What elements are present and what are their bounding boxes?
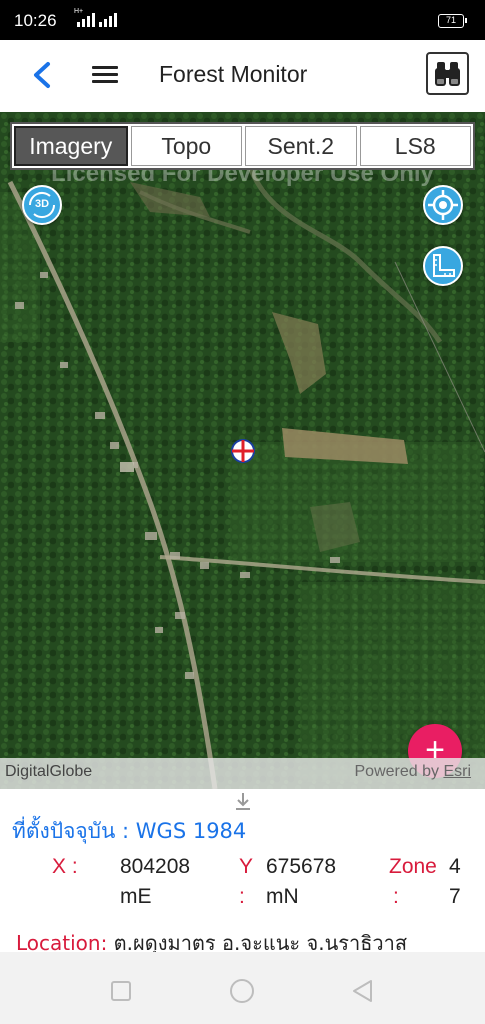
measure-button[interactable] bbox=[423, 246, 463, 286]
current-location-heading: ที่ตั้งปัจจุบัน : WGS 1984 bbox=[12, 819, 247, 843]
location-value: ต.ผดุงมาตร อ.จะแนะ จ.นราธิวาส bbox=[107, 931, 408, 952]
location-info-panel: ที่ตั้งปัจจุบัน : WGS 1984 X : 804208 mE… bbox=[0, 789, 485, 952]
y-colon: : bbox=[239, 885, 245, 908]
zone-value-2: 7 bbox=[449, 885, 461, 908]
3d-toggle-button[interactable]: 3D bbox=[22, 185, 62, 225]
menu-button[interactable] bbox=[92, 62, 122, 88]
tab-topo[interactable]: Topo bbox=[130, 126, 242, 166]
binoculars-button[interactable] bbox=[426, 52, 469, 95]
back-triangle-icon[interactable] bbox=[351, 979, 375, 1003]
ruler-icon bbox=[433, 254, 455, 277]
location-line: Location: ต.ผดุงมาตร อ.จะแนะ จ.นราธิวาส bbox=[16, 927, 407, 952]
zone-label: Zone bbox=[389, 855, 437, 878]
attribution-source: DigitalGlobe bbox=[5, 763, 93, 780]
app-bar: Forest Monitor bbox=[0, 40, 485, 112]
battery-icon: 71 bbox=[438, 14, 467, 28]
location-label: Location: bbox=[16, 931, 108, 952]
3d-label: 3D bbox=[34, 198, 50, 210]
drag-handle-icon[interactable] bbox=[234, 791, 252, 813]
attribution-bar: DigitalGlobe Powered by Esri bbox=[0, 758, 485, 789]
tab-landsat8[interactable]: LS8 bbox=[359, 126, 471, 166]
home-circle-icon[interactable] bbox=[229, 978, 255, 1004]
powered-by-label: Powered by bbox=[354, 763, 444, 780]
y-unit: mN bbox=[266, 885, 299, 908]
menu-icon bbox=[92, 66, 118, 69]
crosshair-icon bbox=[231, 439, 255, 463]
status-time: 10:26 bbox=[14, 11, 57, 30]
binoculars-icon bbox=[435, 62, 460, 86]
tab-sentinel2[interactable]: Sent.2 bbox=[245, 126, 357, 166]
locate-icon bbox=[428, 190, 458, 220]
layer-tabs: Imagery Topo Sent.2 LS8 bbox=[10, 122, 475, 170]
signal-icon bbox=[77, 13, 95, 27]
zone-colon: : bbox=[393, 885, 399, 908]
esri-link[interactable]: Esri bbox=[443, 763, 471, 780]
map-view[interactable]: Licensed For Developer Use Only Imagery … bbox=[0, 112, 485, 789]
locate-button[interactable] bbox=[423, 185, 463, 225]
network-type: H+ bbox=[74, 8, 84, 15]
app-title: Forest Monitor bbox=[159, 61, 308, 87]
recents-square-icon[interactable] bbox=[110, 980, 132, 1002]
zone-value-1: 4 bbox=[449, 855, 461, 878]
system-nav-bar bbox=[0, 952, 485, 1024]
powered-by: Powered by Esri bbox=[355, 763, 472, 781]
status-bar: 10:26 H+ 71 bbox=[0, 0, 485, 40]
x-value: 804208 bbox=[120, 855, 191, 878]
x-unit: mE bbox=[120, 885, 152, 908]
x-label: X : bbox=[52, 855, 78, 878]
signal-icon-2 bbox=[99, 13, 117, 27]
y-value: 675678 bbox=[266, 855, 337, 878]
back-arrow-icon bbox=[34, 62, 50, 88]
back-button[interactable] bbox=[28, 58, 58, 92]
tab-imagery[interactable]: Imagery bbox=[14, 126, 128, 166]
y-label: Y bbox=[239, 855, 254, 878]
